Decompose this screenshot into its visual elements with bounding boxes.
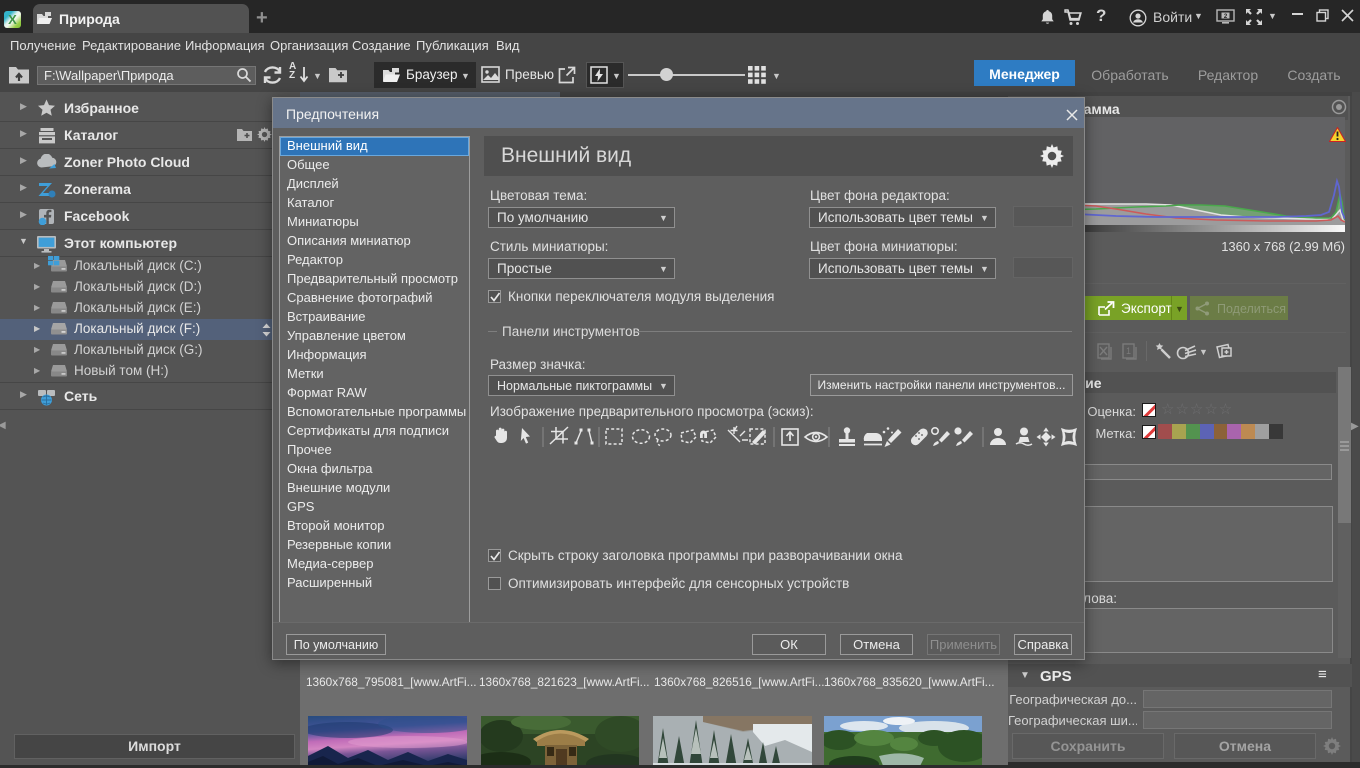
svg-text:1: 1 [1126, 346, 1131, 356]
